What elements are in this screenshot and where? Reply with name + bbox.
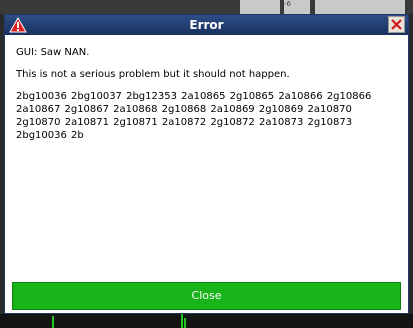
message-codes: 2bg10036 2bg10037 2bg12353 2a10865 2g108… (16, 91, 372, 141)
background-app-top: -6 (0, 0, 413, 14)
dialog-titlebar[interactable]: Error (5, 15, 408, 35)
dialog-message: GUI: Saw NAN. This is not a serious prob… (16, 46, 400, 151)
background-level-mark (184, 318, 186, 328)
background-ruler-right (315, 0, 405, 14)
error-dialog: Error GUI: Saw NAN. This is not a seriou… (4, 14, 409, 314)
message-line-2: This is not a serious problem but it sho… (16, 69, 290, 80)
background-ruler-mid: -6 (284, 0, 310, 14)
background-level-mark (52, 316, 54, 328)
close-button[interactable]: Close (12, 282, 401, 310)
background-tick-label: -6 (284, 0, 291, 8)
background-ruler-left (240, 0, 280, 14)
dialog-title: Error (189, 18, 224, 32)
background-app-bottom (0, 314, 413, 328)
message-line-1: GUI: Saw NAN. (16, 47, 90, 58)
background-level-mark (181, 314, 183, 328)
close-icon[interactable] (388, 16, 405, 33)
